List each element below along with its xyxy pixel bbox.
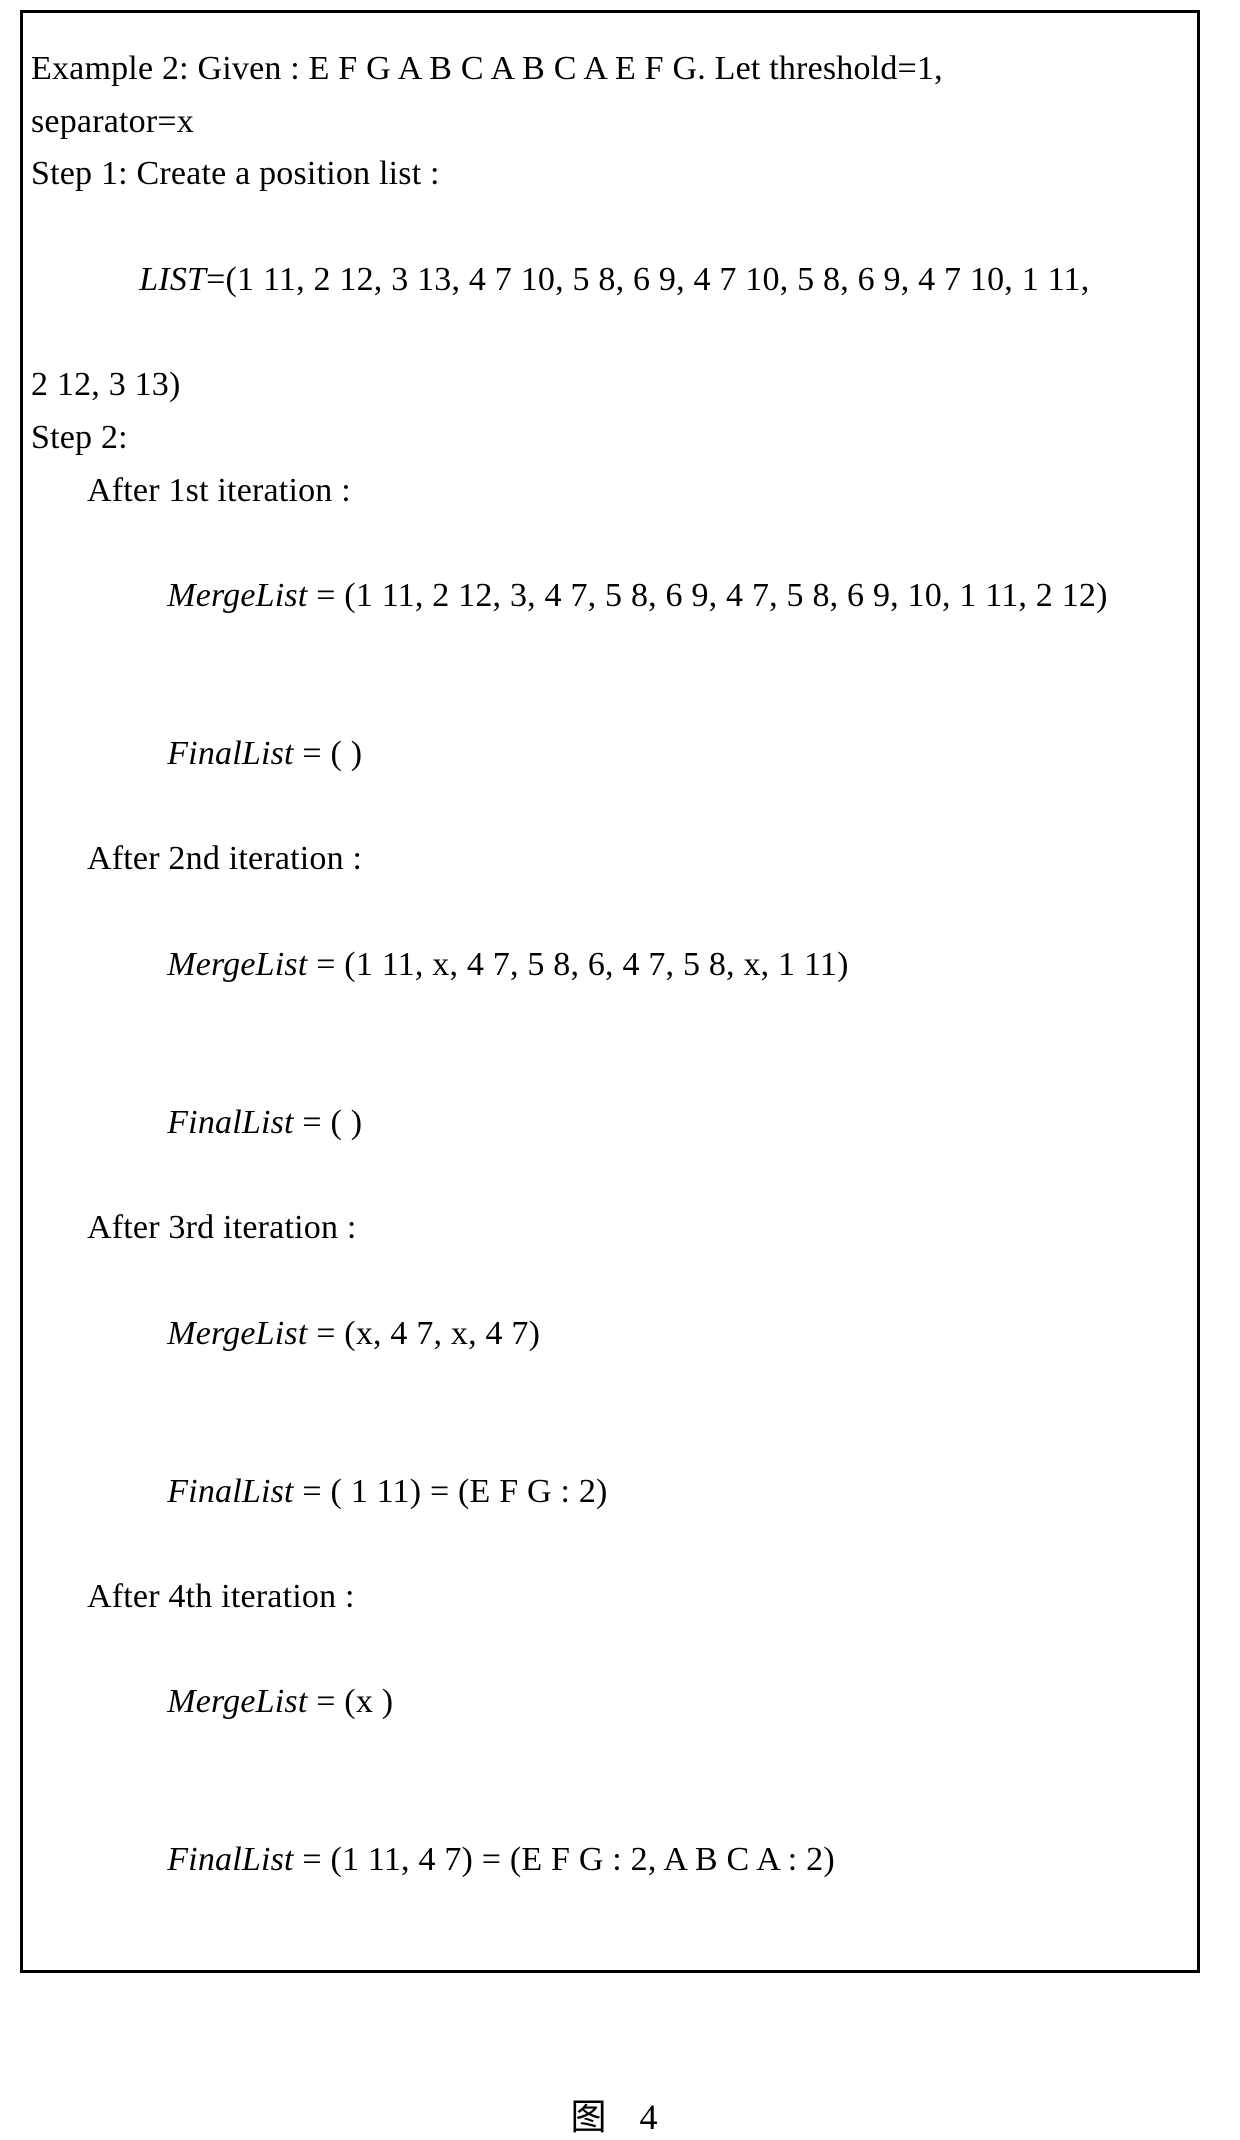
step1-list-line1: LIST=(1 11, 2 12, 3 13, 4 7 10, 5 8, 6 9… xyxy=(31,201,1191,359)
finallist-label: FinalList xyxy=(167,1841,294,1878)
example-given-line1: Example 2: Given : E F G A B C A B C A E… xyxy=(31,43,1191,96)
iter3-heading: After 3rd iteration : xyxy=(31,1202,1191,1255)
finallist-label: FinalList xyxy=(167,1473,294,1510)
mergelist-value: = (x, 4 7, x, 4 7) xyxy=(308,1315,541,1352)
mergelist-value: = (x ) xyxy=(308,1683,394,1720)
list-content-a: =(1 11, 2 12, 3 13, 4 7 10, 5 8, 6 9, 4 … xyxy=(206,261,1089,298)
mergelist-label: MergeList xyxy=(167,577,307,614)
example-given-line2: separator=x xyxy=(31,96,1191,149)
step2-heading: Step 2: xyxy=(31,412,1191,465)
mergelist-value: = (1 11, x, 4 7, 5 8, 6, 4 7, 5 8, x, 1 … xyxy=(308,946,849,983)
mergelist-value: = (1 11, 2 12, 3, 4 7, 5 8, 6 9, 4 7, 5 … xyxy=(308,577,1108,614)
example-box: Example 2: Given : E F G A B C A B C A E… xyxy=(20,10,1200,1973)
finallist-value: = (1 11, 4 7) = (E F G : 2, A B C A : 2) xyxy=(294,1841,835,1878)
finallist-label: FinalList xyxy=(167,735,294,772)
page: Example 2: Given : E F G A B C A B C A E… xyxy=(0,0,1240,1132)
mergelist-label: MergeList xyxy=(167,946,307,983)
list-label: LIST xyxy=(139,261,206,298)
iter4-mergelist: MergeList = (x ) xyxy=(31,1624,1191,1782)
iter4-finallist: FinalList = (1 11, 4 7) = (E F G : 2, A … xyxy=(31,1782,1191,1940)
finallist-value: = ( ) xyxy=(294,1104,363,1141)
mergelist-label: MergeList xyxy=(167,1315,307,1352)
figure-caption: 图 4 xyxy=(20,2088,1220,2140)
iter3-finallist: FinalList = ( 1 11) = (E F G : 2) xyxy=(31,1413,1191,1571)
step1-list-line2: 2 12, 3 13) xyxy=(31,359,1191,412)
iter3-mergelist: MergeList = (x, 4 7, x, 4 7) xyxy=(31,1255,1191,1413)
finallist-value: = ( ) xyxy=(294,735,363,772)
finallist-value: = ( 1 11) = (E F G : 2) xyxy=(294,1473,608,1510)
iter4-heading: After 4th iteration : xyxy=(31,1571,1191,1624)
iter1-finallist: FinalList = ( ) xyxy=(31,675,1191,833)
iter2-finallist: FinalList = ( ) xyxy=(31,1044,1191,1202)
finallist-label: FinalList xyxy=(167,1104,294,1141)
iter2-mergelist: MergeList = (1 11, x, 4 7, 5 8, 6, 4 7, … xyxy=(31,886,1191,1044)
mergelist-label: MergeList xyxy=(167,1683,307,1720)
iter2-heading: After 2nd iteration : xyxy=(31,833,1191,886)
step1-heading: Step 1: Create a position list : xyxy=(31,148,1191,201)
iter1-heading: After 1st iteration : xyxy=(31,465,1191,518)
iter1-mergelist: MergeList = (1 11, 2 12, 3, 4 7, 5 8, 6 … xyxy=(31,517,1191,675)
